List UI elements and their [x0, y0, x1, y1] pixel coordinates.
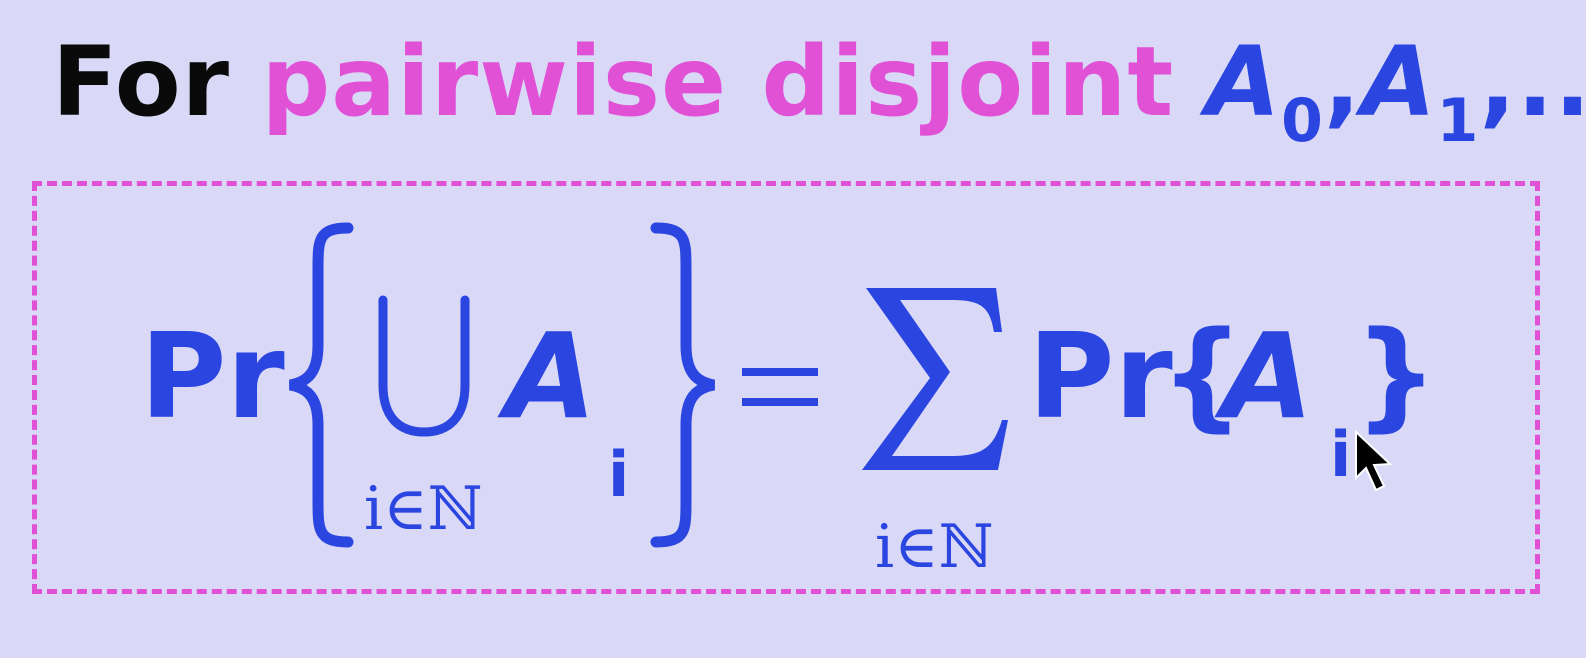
- sigma-icon: [862, 288, 1008, 470]
- rhs-close-brace: }: [1354, 305, 1439, 443]
- union-icon: [378, 295, 470, 437]
- rhs-set-a: A: [1222, 307, 1314, 445]
- lhs-left-brace: [288, 222, 354, 548]
- union-under-label: i∈ℕ: [364, 474, 483, 544]
- union-index: i: [608, 438, 630, 511]
- lhs-right-brace: [650, 222, 716, 548]
- rhs-pr: Pr: [1028, 307, 1173, 445]
- sum-under-label: i∈ℕ: [875, 512, 994, 582]
- equals-bar-bottom: [742, 398, 818, 406]
- formula-glyphs: [288, 222, 1393, 548]
- rhs-index: i: [1330, 418, 1352, 491]
- slide: For pairwise disjoint A0,A1,... Pr A i i…: [0, 0, 1586, 658]
- equals-bar-top: [742, 368, 818, 376]
- union-set-a: A: [505, 307, 597, 445]
